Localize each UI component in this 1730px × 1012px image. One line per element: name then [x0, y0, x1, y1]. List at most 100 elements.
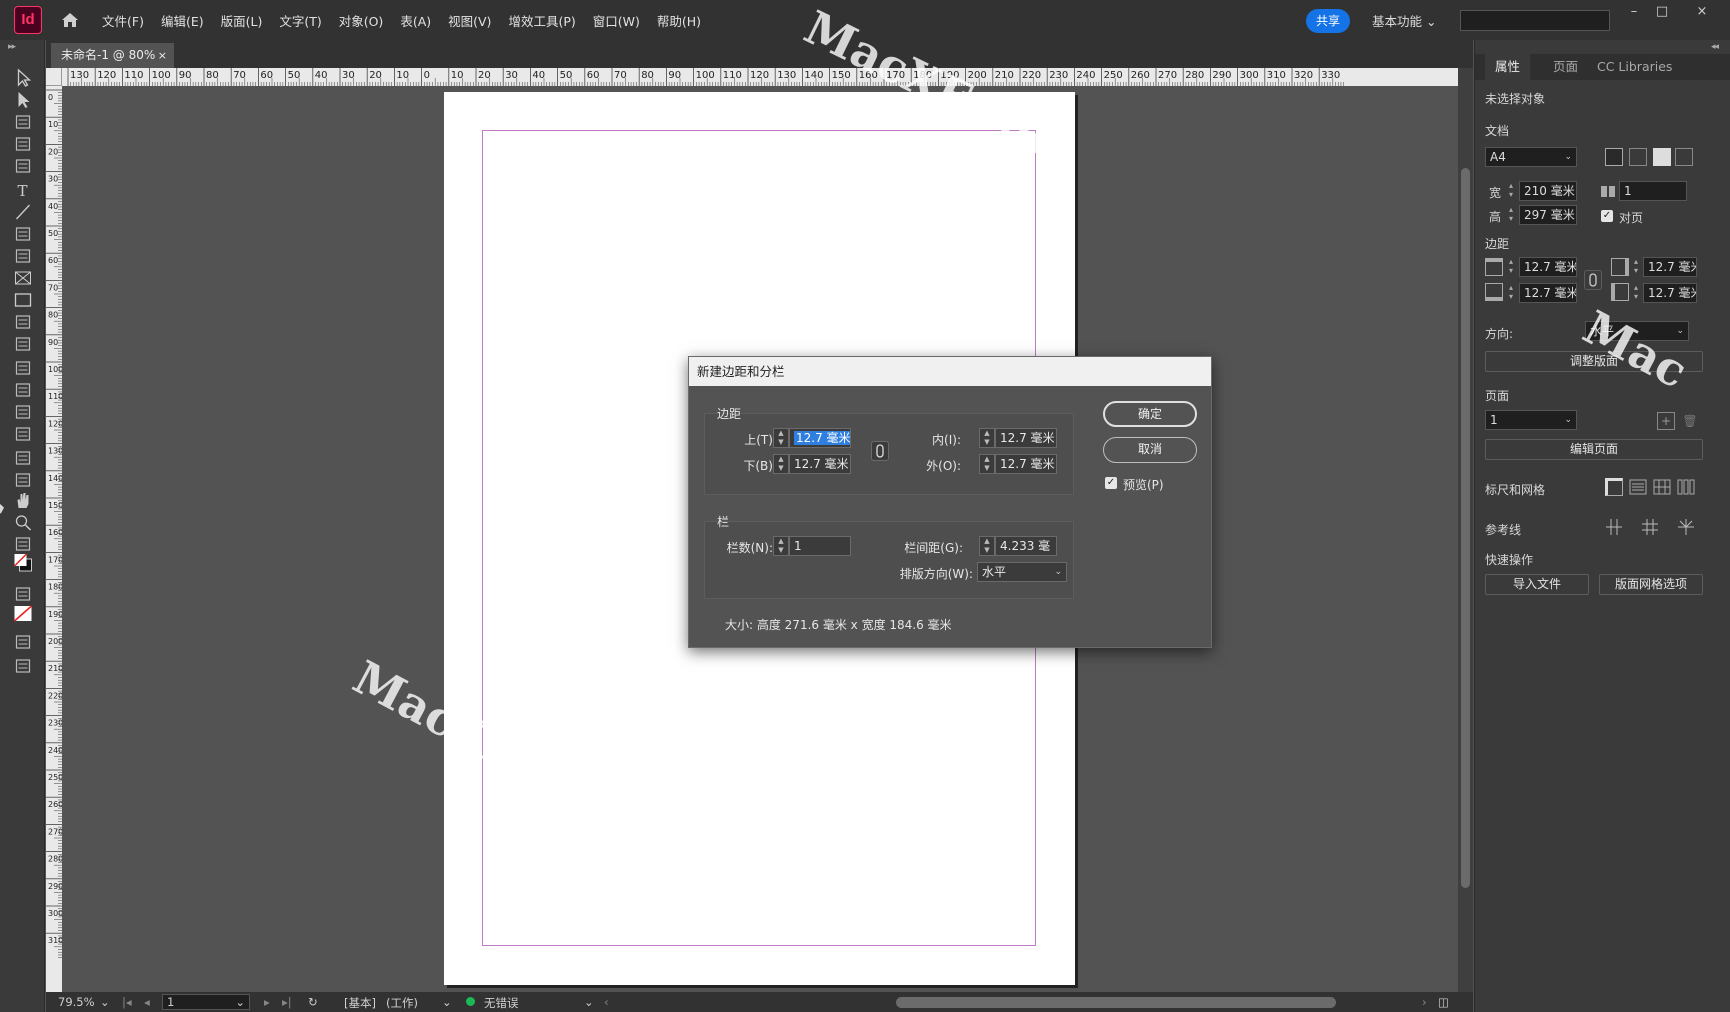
menu-item[interactable]: 文件(F) — [102, 11, 144, 30]
binding-right-icon[interactable] — [1675, 148, 1693, 166]
vertical-ruler[interactable]: 0 10 20 30 40 50 60 70 80 90 100 110 120 130 140 150 160… — [46, 86, 62, 992]
outside-margin-input[interactable]: 12.7 毫米 — [995, 454, 1057, 474]
scroll-left-icon[interactable]: ‹ — [604, 995, 609, 1009]
hand-tool-icon[interactable] — [12, 490, 34, 510]
grid-tool-icon[interactable] — [12, 334, 34, 354]
guides-icon[interactable] — [1605, 518, 1623, 536]
height-input[interactable]: 297 毫米 — [1519, 205, 1577, 225]
orientation-select[interactable]: 水平 ⌄ — [1585, 321, 1689, 341]
eyedropper-tool-icon[interactable] — [12, 470, 34, 490]
collapse-icon[interactable]: ▸▸ — [8, 42, 16, 52]
page-number-field[interactable]: 1 ⌄ — [162, 994, 250, 1010]
horizontal-scrollbar-thumb[interactable] — [896, 997, 1336, 1008]
chevron-down-icon[interactable]: ⌄ — [100, 995, 110, 1009]
close-tab-icon[interactable]: × — [158, 43, 167, 68]
menu-item[interactable]: 版面(L) — [221, 11, 263, 30]
direct-selection-tool-icon[interactable] — [12, 90, 34, 110]
tab-properties[interactable]: 属性 — [1485, 54, 1531, 80]
chevron-down-icon[interactable]: ⌄ — [584, 995, 594, 1009]
document-grid-icon[interactable] — [1653, 478, 1671, 496]
width-input[interactable]: 210 毫米 — [1519, 181, 1577, 201]
vertical-scrollbar[interactable] — [1458, 68, 1473, 992]
free-transform-tool-icon[interactable] — [12, 380, 34, 400]
first-page-icon[interactable]: |◂ — [122, 995, 132, 1009]
menu-item[interactable]: 增效工具(P) — [508, 11, 575, 30]
menu-item[interactable]: 编辑(E) — [161, 11, 204, 30]
next-page-icon[interactable]: ▸ — [264, 995, 270, 1009]
expand-panel-icon[interactable]: ◂◂ — [1711, 42, 1719, 52]
split-view-icon[interactable]: ◫ — [1438, 995, 1449, 1009]
scrollbar-thumb[interactable] — [1461, 168, 1470, 888]
note-tool-icon[interactable] — [12, 448, 34, 468]
pen-tool-icon[interactable] — [12, 224, 34, 244]
home-icon[interactable] — [60, 10, 80, 30]
inside-margin-input[interactable]: 12.7 毫米 — [995, 428, 1057, 448]
tab-cc-libraries[interactable]: CC Libraries — [1587, 54, 1682, 80]
sync-icon[interactable]: ↻ — [308, 995, 318, 1009]
horizontal-ruler[interactable]: 130 120 110 100 90 80 70 60 50 40 30 20 10 0 10 20 30 40 5… — [46, 68, 1458, 86]
work-mode[interactable]: (工作) — [386, 995, 418, 1011]
height-stepper[interactable]: ▴ ▾ — [1505, 205, 1517, 225]
margin-outside-input[interactable]: 12.7 毫米 — [1643, 283, 1697, 303]
delete-page-icon[interactable]: 🗑 — [1681, 412, 1699, 430]
margin-bottom-stepper[interactable]: ▴ ▾ — [1505, 283, 1517, 303]
top-margin-input[interactable]: 12.7 毫米 — [789, 428, 851, 448]
menu-item[interactable]: 帮助(H) — [657, 11, 701, 30]
zoom-level[interactable]: 79.5% — [58, 995, 95, 1009]
margin-inside-stepper[interactable]: ▴ ▾ — [1630, 257, 1642, 277]
tab-pages[interactable]: 页面 — [1543, 54, 1588, 80]
layout-grid-icon[interactable] — [1677, 478, 1695, 496]
column-count-stepper[interactable]: ▲ ▼ — [773, 536, 789, 556]
formatting-affects-icon[interactable] — [12, 584, 34, 604]
minimize-button[interactable]: – — [1622, 2, 1646, 22]
link-margins-icon[interactable] — [871, 441, 889, 461]
inside-margin-stepper[interactable]: ▲ ▼ — [979, 428, 995, 448]
scissors-tool-icon[interactable] — [12, 358, 34, 378]
margin-outside-stepper[interactable]: ▴ ▾ — [1630, 283, 1642, 303]
pages-count-input[interactable]: 1 — [1619, 181, 1687, 201]
page-select[interactable]: 1 ⌄ — [1485, 410, 1577, 430]
gap-tool-icon[interactable] — [12, 134, 34, 154]
document-preset-select[interactable]: A4 ⌄ — [1485, 147, 1577, 167]
facing-pages-checkbox[interactable]: ✓ — [1601, 210, 1613, 222]
cancel-button[interactable]: 取消 — [1103, 437, 1197, 463]
outside-margin-stepper[interactable]: ▲ ▼ — [979, 454, 995, 474]
table-tool-icon[interactable] — [12, 312, 34, 332]
bottom-margin-input[interactable]: 12.7 毫米 — [789, 454, 851, 474]
layout-grid-options-button[interactable]: 版面网格选项 — [1599, 574, 1703, 595]
type-tool-icon[interactable]: T — [12, 180, 34, 200]
menu-item[interactable]: 文字(T) — [279, 11, 321, 30]
column-count-input[interactable]: 1 — [789, 536, 851, 556]
share-button[interactable]: 共享 — [1306, 9, 1350, 33]
binding-left-icon[interactable] — [1653, 148, 1671, 166]
content-collector-tool-icon[interactable] — [12, 156, 34, 176]
rectangle-frame-tool-icon[interactable] — [12, 268, 34, 288]
fill-stroke-icon[interactable] — [12, 552, 34, 572]
selection-tool-icon[interactable] — [12, 68, 34, 88]
adjust-layout-button[interactable]: 调整版面 — [1485, 351, 1703, 372]
document-tab[interactable]: 未命名-1 @ 80% × — [51, 43, 174, 68]
scroll-right-icon[interactable]: › — [1422, 995, 1427, 1009]
gradient-feather-tool-icon[interactable] — [12, 424, 34, 444]
snap-guides-icon[interactable] — [1677, 518, 1695, 536]
preview-checkbox[interactable]: ✓ — [1105, 477, 1117, 489]
close-window-button[interactable]: × — [1690, 2, 1714, 22]
width-stepper[interactable]: ▴ ▾ — [1505, 181, 1517, 201]
apply-none-icon[interactable] — [12, 604, 34, 624]
portrait-icon[interactable] — [1605, 148, 1623, 166]
pencil-tool-icon[interactable] — [12, 246, 34, 266]
baseline-grid-icon[interactable] — [1629, 478, 1647, 496]
ok-button[interactable]: 确定 — [1103, 401, 1197, 427]
margin-inside-input[interactable]: 12.7 毫米 — [1643, 257, 1697, 277]
gutter-input[interactable]: 4.233 毫 — [995, 536, 1057, 556]
margin-top-stepper[interactable]: ▴ ▾ — [1505, 257, 1517, 277]
ruler-origin[interactable] — [46, 68, 62, 86]
add-page-icon[interactable]: + — [1657, 412, 1675, 430]
gutter-stepper[interactable]: ▲ ▼ — [979, 536, 995, 556]
chevron-down-icon[interactable]: ⌄ — [442, 995, 452, 1009]
gradient-swatch-tool-icon[interactable] — [12, 402, 34, 422]
maximize-button[interactable]: □ — [1650, 2, 1674, 22]
menu-item[interactable]: 视图(V) — [448, 11, 491, 30]
page-tool-icon[interactable] — [12, 112, 34, 132]
previous-page-icon[interactable]: ◂ — [144, 995, 150, 1009]
